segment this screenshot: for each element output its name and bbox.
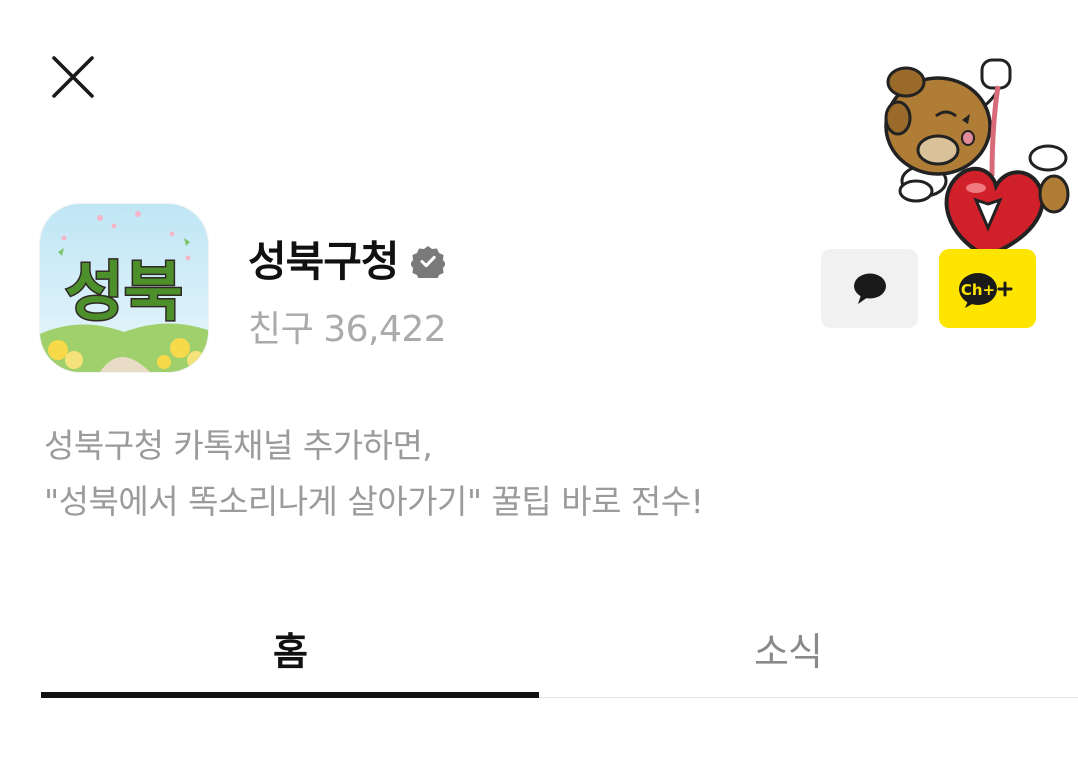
tab-bar: 홈 소식 [41,600,1078,700]
channel-name: 성북구청 [248,237,400,286]
channel-add-icon: Ch+ [958,272,1012,308]
close-icon [52,56,94,98]
channel-profile-image: 성북 [40,204,208,372]
tab-home[interactable]: 홈 [41,600,539,696]
description-line-1: 성북구청 카톡채널 추가하면, [44,426,433,465]
close-button[interactable] [44,48,102,106]
character-sticker [876,46,1076,259]
add-channel-text: Ch+ [960,281,994,299]
friends-label: 친구 [248,309,314,350]
friends-count-row: 친구 36,422 [248,300,447,352]
verified-badge-icon [409,244,446,282]
tab-news[interactable]: 소식 [539,600,1037,696]
speech-bubble-icon [853,273,886,304]
friends-count: 36,422 [323,309,447,350]
channel-name-row: 성북구청 [248,228,446,289]
logo-text: 성북 [65,256,183,330]
channel-description: 성북구청 카톡채널 추가하면, "성북에서 똑소리나게 살아가기" 꿀팁 바로 … [44,418,1034,530]
active-tab-indicator [41,692,539,698]
description-line-2: "성북에서 똑소리나게 살아가기" 꿀팁 바로 전수! [44,482,704,521]
chat-button[interactable] [821,249,918,328]
add-channel-button[interactable]: Ch+ [939,249,1036,328]
tab-divider [539,697,1078,698]
